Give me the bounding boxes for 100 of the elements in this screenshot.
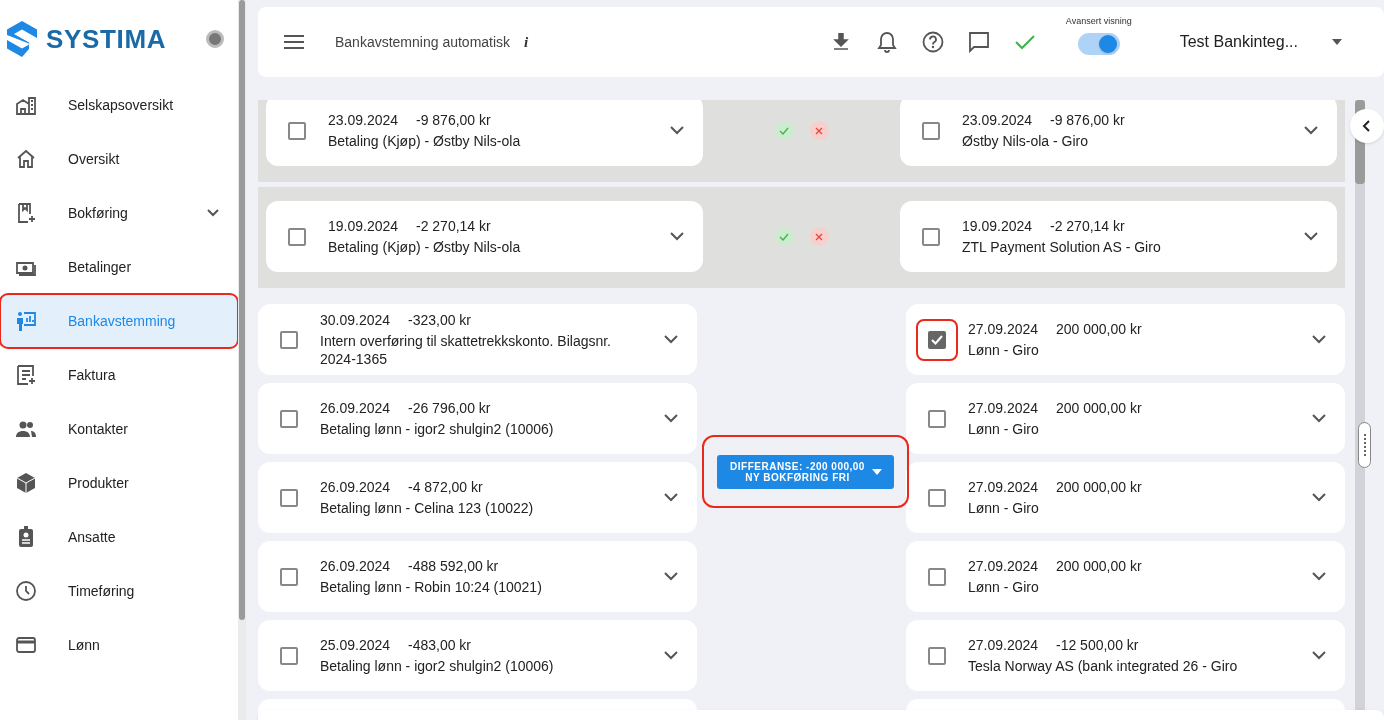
chevron-down-icon bbox=[1304, 232, 1318, 241]
invoice-icon bbox=[14, 363, 38, 387]
chevron-down-icon bbox=[670, 232, 684, 241]
checkbox[interactable] bbox=[288, 227, 306, 246]
chevron-down-icon bbox=[1312, 335, 1326, 344]
sidebar-scrollbar[interactable] bbox=[239, 0, 245, 620]
chevron-down-icon bbox=[664, 493, 678, 502]
chevron-down-icon bbox=[1312, 414, 1326, 423]
transaction-date: 26.09.2024 bbox=[320, 557, 392, 575]
checkbox[interactable] bbox=[928, 488, 946, 507]
toggle-label: Avansert visning bbox=[1065, 15, 1132, 29]
transaction-description: Betaling lønn - Celina 123 (10022) bbox=[320, 499, 535, 517]
transaction-description: Betaling lønn - igor2 shulgin2 (10006) bbox=[320, 657, 555, 675]
checkbox[interactable] bbox=[280, 409, 298, 428]
checkmark-icon bbox=[931, 334, 943, 345]
transaction-date: 27.09.2024 bbox=[968, 636, 1040, 654]
checkbox[interactable] bbox=[928, 567, 946, 586]
transaction-date: 25.09.2024 bbox=[320, 636, 392, 654]
check-icon bbox=[779, 232, 789, 241]
checkbox[interactable] bbox=[928, 330, 946, 349]
download-icon bbox=[832, 33, 849, 51]
transaction-description: Betaling (Kjøp) - Østby Nils-ola bbox=[328, 132, 522, 150]
sidebar-item[interactable]: Timeføring bbox=[0, 564, 238, 618]
transaction-description: Tesla Norway AS (bank integrated 26 - Giro bbox=[968, 657, 1239, 675]
transaction-description: Betaling lønn - Robin 10:24 (10021) bbox=[320, 578, 543, 596]
chevron-down-icon bbox=[206, 208, 220, 218]
checkbox[interactable] bbox=[280, 330, 298, 349]
transaction-amount: 200 000,00 kr bbox=[1056, 399, 1142, 417]
chevron-down-icon bbox=[1312, 493, 1326, 502]
checkbox[interactable] bbox=[928, 646, 946, 665]
logo-text: SYSTIMA bbox=[46, 22, 167, 56]
transaction-amount: -4 872,00 kr bbox=[408, 478, 483, 496]
chevron-down-icon bbox=[664, 651, 678, 660]
transaction-amount: -2 270,14 kr bbox=[416, 217, 491, 235]
check-icon bbox=[1014, 34, 1035, 50]
transaction-date: 23.09.2024 bbox=[962, 111, 1034, 129]
menu-icon bbox=[284, 35, 304, 49]
presenter-icon bbox=[14, 309, 38, 333]
reject-button[interactable] bbox=[809, 121, 829, 140]
sidebar-item[interactable]: Ansatte bbox=[0, 510, 238, 564]
transaction-amount: -12 500,00 kr bbox=[1056, 636, 1139, 654]
transaction-date: 27.09.2024 bbox=[968, 478, 1040, 496]
chat-icon bbox=[967, 31, 990, 53]
transaction-amount: -2 270,14 kr bbox=[1050, 217, 1125, 235]
checkbox[interactable] bbox=[280, 488, 298, 507]
chevron-down-icon bbox=[664, 414, 678, 423]
checkbox[interactable] bbox=[288, 121, 306, 140]
page-title: Bankavstemning automatisk bbox=[335, 32, 511, 52]
checkbox[interactable] bbox=[280, 567, 298, 586]
sidebar-item[interactable]: Faktura bbox=[0, 348, 238, 402]
transaction-date: 26.09.2024 bbox=[320, 478, 392, 496]
check-icon bbox=[779, 126, 789, 135]
close-icon bbox=[815, 232, 823, 241]
transaction-amount: -9 876,00 kr bbox=[416, 111, 491, 129]
transaction-amount: 200 000,00 kr bbox=[1056, 557, 1142, 575]
resize-handle[interactable] bbox=[1358, 422, 1371, 468]
box-icon bbox=[14, 471, 38, 495]
checkbox[interactable] bbox=[928, 409, 946, 428]
transaction-description: Betaling (Kjøp) - Østby Nils-ola bbox=[328, 238, 522, 256]
bell-icon bbox=[876, 31, 897, 53]
reject-button[interactable] bbox=[809, 227, 829, 246]
logo-icon bbox=[6, 20, 38, 58]
transaction-description: ZTL Payment Solution AS - Giro bbox=[962, 238, 1162, 256]
company-name: Test Bankinteg... bbox=[1179, 32, 1298, 52]
transaction-description: Lønn - Giro bbox=[968, 420, 1040, 438]
chevron-down-icon bbox=[1304, 126, 1318, 135]
checkbox[interactable] bbox=[922, 227, 940, 246]
transaction-description: Østby Nils-ola - Giro bbox=[962, 132, 1090, 150]
transaction-amount: -483,00 kr bbox=[408, 636, 472, 654]
transaction-description: Lønn - Giro bbox=[968, 341, 1040, 359]
transaction-date: 27.09.2024 bbox=[968, 399, 1040, 417]
transaction-amount: -26 796,00 kr bbox=[408, 399, 491, 417]
sidebar-item[interactable]: Kontakter bbox=[0, 402, 238, 456]
transaction-date: 27.09.2024 bbox=[968, 320, 1040, 338]
transaction-date: 30.09.2024 bbox=[320, 311, 392, 329]
sidebar-item[interactable]: Oversikt bbox=[0, 132, 238, 186]
close-icon bbox=[815, 126, 823, 135]
difference-button[interactable]: DIFFERANSE: -200 000,00 NY BOKFØRING FRI bbox=[717, 454, 894, 489]
sidebar-item[interactable]: Betalinger bbox=[0, 240, 238, 294]
chevron-down-icon bbox=[664, 572, 678, 581]
transaction-date: 26.09.2024 bbox=[320, 399, 392, 417]
caret-down-icon bbox=[1332, 39, 1342, 45]
chevron-down-icon bbox=[664, 335, 678, 344]
info-button[interactable]: i bbox=[522, 30, 531, 54]
collapse-button[interactable] bbox=[1350, 109, 1384, 143]
clock-icon bbox=[14, 579, 38, 603]
checkbox[interactable] bbox=[922, 121, 940, 140]
sidebar-item[interactable]: Selskapsoversikt bbox=[0, 78, 238, 132]
transaction-description: Betaling lønn - igor2 shulgin2 (10006) bbox=[320, 420, 555, 438]
sidebar-item[interactable]: Lønn bbox=[0, 618, 238, 672]
sidebar-item[interactable]: Produkter bbox=[0, 456, 238, 510]
caret-down-icon bbox=[872, 468, 882, 475]
sidebar-item[interactable]: Bokføring bbox=[0, 186, 238, 240]
transaction-description: Lønn - Giro bbox=[968, 578, 1040, 596]
transaction-date: 19.09.2024 bbox=[328, 217, 400, 235]
checkbox[interactable] bbox=[280, 646, 298, 665]
chevron-down-icon bbox=[670, 126, 684, 135]
transaction-amount: -9 876,00 kr bbox=[1050, 111, 1125, 129]
advanced-view-toggle[interactable] bbox=[1077, 32, 1120, 55]
transaction-amount: 200 000,00 kr bbox=[1056, 478, 1142, 496]
